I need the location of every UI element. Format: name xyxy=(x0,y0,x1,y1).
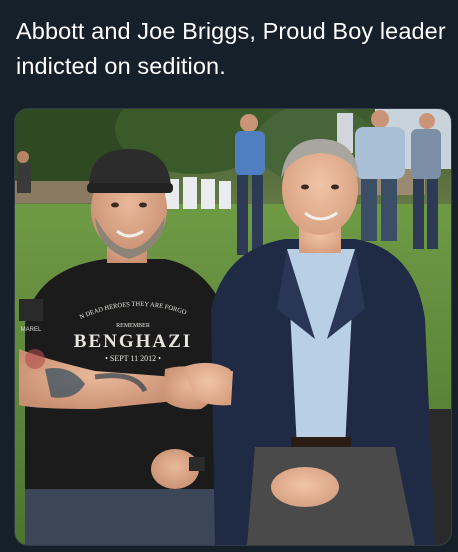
shirt-small-text: REMEMBER xyxy=(116,323,150,329)
dress-shirt xyxy=(287,249,355,449)
tweet-card: Abbott and Joe Briggs, Proud Boy leader … xyxy=(0,0,458,552)
resting-hand xyxy=(271,467,339,507)
wristwatch xyxy=(189,457,205,471)
background-person-far xyxy=(17,151,31,193)
tweet-text: Abbott and Joe Briggs, Proud Boy leader … xyxy=(16,18,446,79)
tweet-photo[interactable]: MAREL WHEN DEAD HEROES THEY ARE FORGOTTE… xyxy=(14,108,452,546)
photo-illustration: MAREL WHEN DEAD HEROES THEY ARE FORGOTTE… xyxy=(15,109,451,545)
shirt-date-text: • SEPT 11 2012 • xyxy=(105,354,161,363)
shirt-main-text: BENGHAZI xyxy=(74,331,192,352)
jeans xyxy=(25,489,235,545)
sleeve-patch-text: MAREL xyxy=(21,327,42,333)
